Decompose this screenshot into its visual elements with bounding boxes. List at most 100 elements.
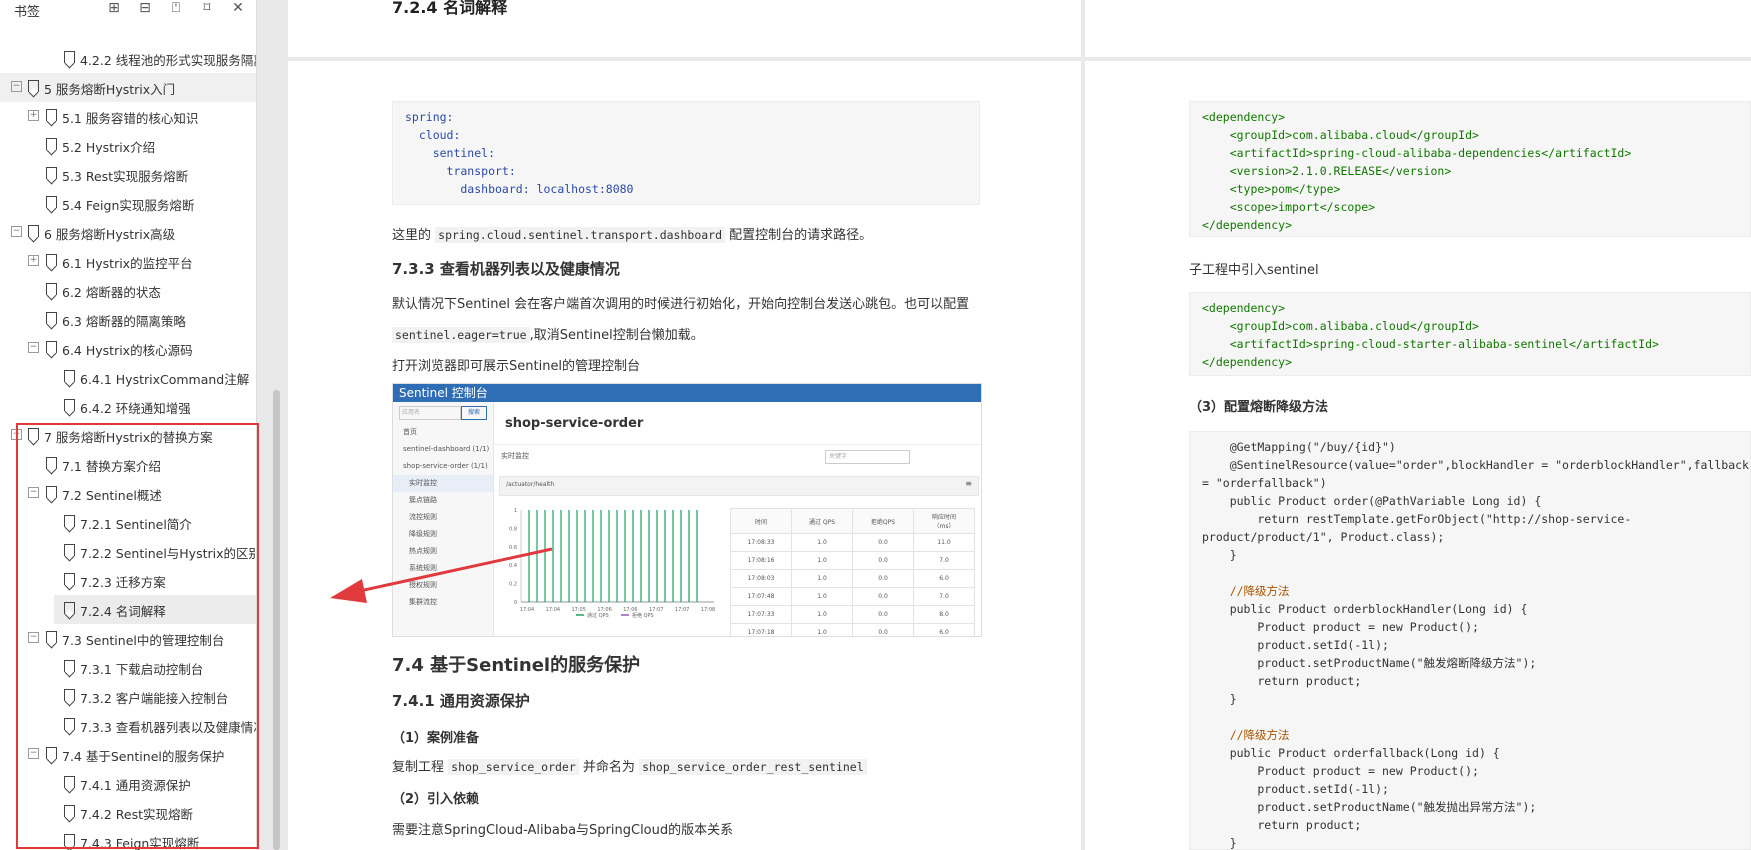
table-cell: 1.0 [791, 605, 853, 624]
keyword-input[interactable]: 关键字 [825, 450, 910, 464]
resource-header: /actuator/health ≡ [499, 476, 979, 496]
sentinel-nav-item[interactable]: 热点规则 [393, 543, 493, 560]
code-line: product.setId(-1l); [1202, 782, 1389, 796]
text: ,取消Sentinel控制台懒加载。 [529, 328, 704, 343]
inline-code: shop_service_order_rest_sentinel [639, 759, 867, 775]
menu-icon[interactable]: ≡ [965, 479, 972, 488]
bookmark-item[interactable]: − 6.4 Hystrix的核心源码 [0, 334, 256, 363]
y-tick-label: 0.4 [509, 563, 517, 569]
app-search-input[interactable]: 应用名 [399, 406, 461, 420]
qps-chart: 10.80.60.40.2017:04 17:04 17:05 17:06 17:06 1… [509, 508, 715, 619]
divider [493, 444, 981, 445]
sentinel-nav-item[interactable]: 实时监控 [393, 475, 493, 492]
bookmark-item[interactable]: +5.1 服务容错的核心知识 [0, 102, 256, 131]
sentinel-nav-item[interactable]: 流控规则 [393, 509, 493, 526]
collapse-all-icon[interactable]: ⊟ [137, 0, 153, 16]
table-row: 17:07:18 1.0 0.0 6.0 [730, 623, 975, 636]
code-line: product.setProductName("触发抛出异常方法"); [1202, 800, 1537, 814]
bookmark-item[interactable]: +6.1 Hystrix的监控平台 [0, 247, 256, 276]
code-line: } [1202, 692, 1237, 706]
code-line: product.setId(-1l); [1202, 638, 1389, 652]
bookmark-item[interactable]: − 5 服务熔断Hystrix入门 [0, 73, 256, 102]
bookmark-item[interactable]: − 6 服务熔断Hystrix高级 [0, 218, 256, 247]
bookmark-label: 5.2 Hystrix介绍 [62, 140, 156, 155]
code-line: public Product orderblockHandler(Long id… [1202, 602, 1528, 616]
code-line: //降级方法 [1202, 728, 1290, 742]
paragraph-copy-project: 复制工程 shop_service_order 并命名为 shop_servic… [392, 756, 867, 775]
collapse-icon[interactable]: − [11, 81, 22, 92]
y-tick-label: 0.6 [509, 545, 517, 551]
table-cell: 0.0 [852, 623, 914, 636]
sentinel-nav-item[interactable]: 授权规则 [393, 577, 493, 594]
sentinel-nav-item[interactable]: shop-service-order (1/1) [393, 458, 493, 475]
code-line: return product; [1202, 674, 1362, 688]
sentinel-nav-item[interactable]: 簇点链路 [393, 492, 493, 509]
table-header: 响应时间（ms） [913, 508, 975, 534]
text: 并命名为 [582, 760, 635, 775]
add-bookmark-icon[interactable]: ⍞ [168, 0, 184, 16]
code-line: <version>2.1.0.RELEASE</version> [1202, 164, 1452, 178]
subheading-deps: （2）引入依赖 [392, 792, 480, 807]
x-tick-label: 17:05 [572, 607, 586, 613]
y-tick-label: 1 [514, 508, 517, 514]
section-heading-733: 7.3.3 查看机器列表以及健康情况 [392, 260, 620, 278]
x-tick-label: 17:07 [675, 607, 689, 613]
code-line: sentinel: [405, 146, 496, 160]
sentinel-title-bar: Sentinel 控制台 [393, 384, 981, 402]
table-cell: 6.0 [913, 623, 975, 636]
expand-icon[interactable]: + [28, 255, 39, 266]
bookmark-item[interactable]: 4.2.2 线程池的形式实现服务隔离 [0, 44, 256, 73]
code-line: cloud: [405, 128, 461, 142]
bookmark-icon [46, 283, 57, 295]
bookmark-item[interactable]: 5.3 Rest实现服务熔断 [0, 160, 256, 189]
sidebar-scrollbar[interactable] [273, 390, 280, 850]
app-title: shop-service-order [505, 416, 644, 431]
bookmark-item[interactable]: 5.4 Feign实现服务熔断 [0, 189, 256, 218]
right-page-top [1085, 0, 1751, 57]
code-line: <groupId>com.alibaba.cloud</groupId> [1202, 128, 1479, 142]
table-cell: 0.0 [852, 551, 914, 570]
code-line: <scope>import</scope> [1202, 200, 1376, 214]
bookmark-item[interactable]: 6.4.2 环绕通知增强 [0, 392, 256, 421]
bookmark-icon [46, 341, 57, 353]
bookmark-item[interactable]: 6.4.1 HystrixCommand注解 [0, 363, 256, 392]
bookmark-item[interactable]: 6.2 熔断器的状态 [0, 276, 256, 305]
expand-all-icon[interactable]: ⊞ [106, 0, 122, 16]
section-heading-74: 7.4 基于Sentinel的服务保护 [392, 655, 641, 676]
bookmark-item[interactable]: 6.3 熔断器的隔离策略 [0, 305, 256, 334]
section-label: 实时监控 [501, 452, 529, 460]
bookmark-icon [28, 80, 39, 92]
code-line: Product product = new Product(); [1202, 620, 1479, 634]
x-tick-label: 17:08 [701, 607, 715, 613]
bookmark-icon[interactable]: ⌑ [199, 0, 215, 16]
sentinel-main: shop-service-order 实时监控 关键字 /actuator/he… [493, 402, 981, 636]
bookmark-label: 5.1 服务容错的核心知识 [62, 111, 199, 126]
sentinel-nav-item[interactable]: 系统规则 [393, 560, 493, 577]
sentinel-nav-item[interactable]: 集群流控 [393, 594, 493, 611]
sentinel-nav-item[interactable]: 首页 [393, 424, 493, 441]
search-button[interactable]: 搜索 [461, 406, 487, 420]
close-icon[interactable]: ✕ [230, 0, 246, 16]
sentinel-nav-item[interactable]: sentinel-dashboard (1/1) [393, 441, 493, 458]
expand-icon[interactable]: + [28, 110, 39, 121]
table-cell: 0.0 [852, 533, 914, 552]
collapse-icon[interactable]: − [28, 342, 39, 353]
bookmark-icon [46, 312, 57, 324]
table-cell: 11.0 [913, 533, 975, 552]
collapse-icon[interactable]: − [11, 226, 22, 237]
bookmark-icon [46, 167, 57, 179]
code-line: <dependency> [1202, 301, 1286, 315]
subheading-case: （1）案例准备 [392, 731, 480, 746]
sentinel-nav-item[interactable]: 降级规则 [393, 526, 493, 543]
code-line: //降级方法 [1202, 584, 1290, 598]
code-line: spring: [405, 110, 454, 124]
resource-name: /actuator/health [506, 481, 555, 488]
code-line: public Product orderfallback(Long id) { [1202, 746, 1500, 760]
bookmark-item[interactable]: 5.2 Hystrix介绍 [0, 131, 256, 160]
xml-dependency-block: <dependency> <groupId>com.alibaba.cloud<… [1189, 101, 1751, 237]
table-cell: 8.0 [913, 605, 975, 624]
sentinel-dashboard-screenshot: Sentinel 控制台 应用名 搜索 首页 sentinel-dashboard… [392, 383, 982, 637]
subheading-fallback: （3）配置熔断降级方法 [1189, 400, 1329, 415]
bookmark-label: 6.4 Hystrix的核心源码 [62, 343, 193, 358]
